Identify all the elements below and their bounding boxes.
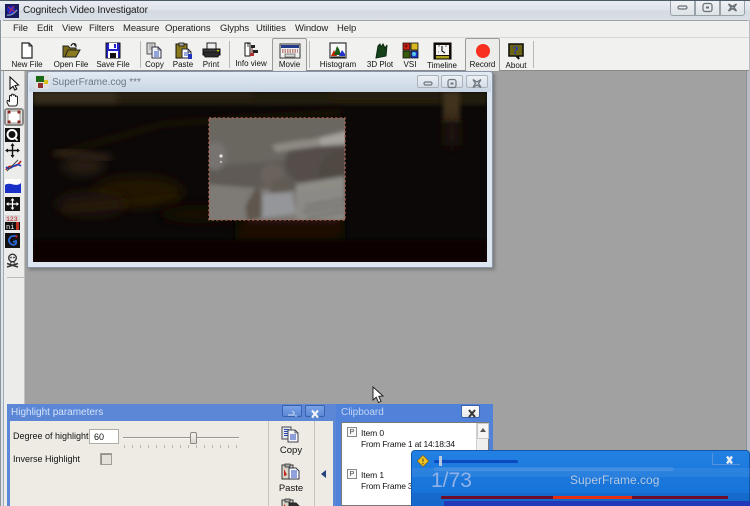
svg-text:123: 123 [6, 216, 18, 223]
svg-text:?: ? [513, 43, 519, 57]
svg-text:ni: ni [6, 224, 14, 230]
